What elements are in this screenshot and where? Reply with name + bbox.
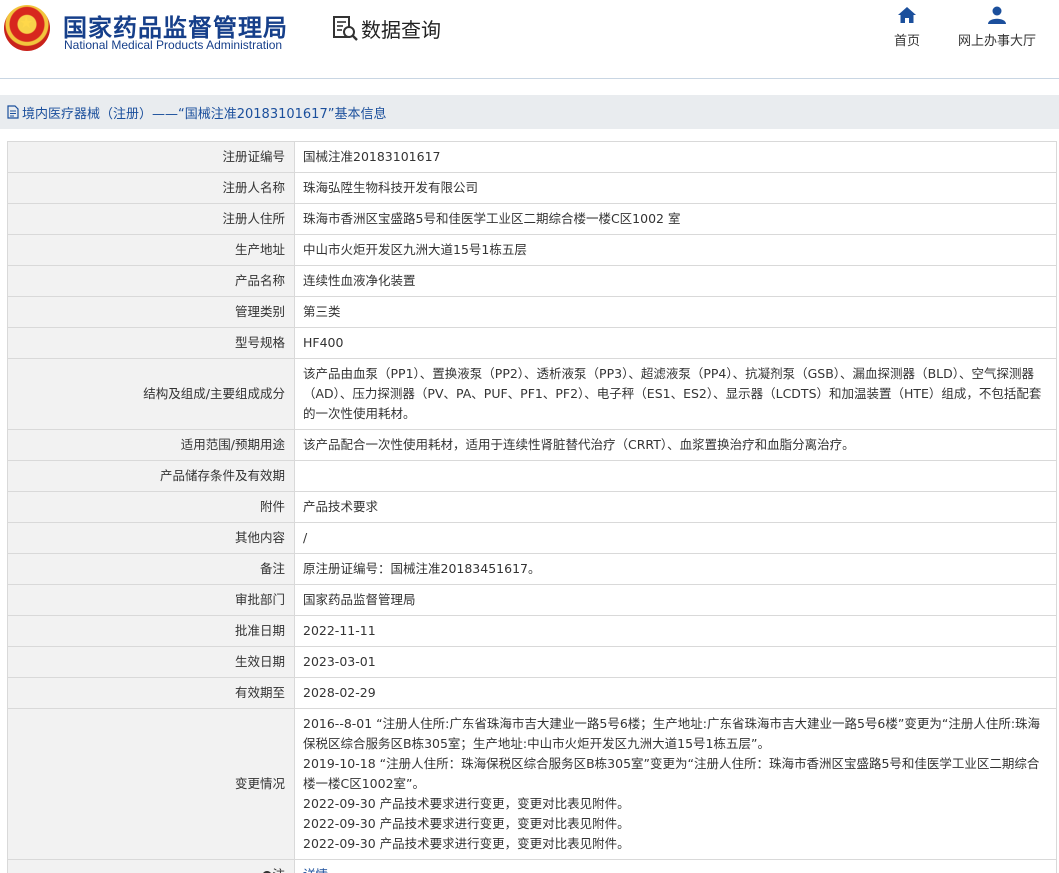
table-row: 适用范围/预期用途 该产品配合一次性使用耗材，适用于连续性肾脏替代治疗（CRRT）… xyxy=(7,429,1057,461)
table-row: 批准日期 2022-11-11 xyxy=(7,615,1057,647)
table-row: 注册证编号 国械注准20183101617 xyxy=(7,141,1057,173)
field-value: 原注册证编号：国械注准20183451617。 xyxy=(294,553,1057,585)
field-label: 注册证编号 xyxy=(7,141,295,173)
document-icon xyxy=(7,105,19,119)
org-name-en[interactable]: National Medical Products Administration xyxy=(64,38,282,52)
field-label: 产品名称 xyxy=(7,265,295,297)
field-label: 生产地址 xyxy=(7,234,295,266)
table-row: 管理类别 第三类 xyxy=(7,296,1057,328)
data-query-label: 数据查询 xyxy=(361,17,441,42)
field-value: 珠海市香洲区宝盛路5号和佳医学工业区二期综合楼一楼C区1002 室 xyxy=(294,203,1057,235)
page-title: 境内医疗器械（注册）——“国械注准20183101617”基本信息 xyxy=(22,106,387,122)
field-value: 中山市火炬开发区九洲大道15号1栋五层 xyxy=(294,234,1057,266)
nav-home-button[interactable]: 首页 xyxy=(884,6,930,49)
field-value: 珠海弘陞生物科技开发有限公司 xyxy=(294,172,1057,204)
table-row: 附件 产品技术要求 xyxy=(7,491,1057,523)
site-header: ★ 国家药品监督管理局 National Medical Products Ad… xyxy=(0,0,1059,79)
field-label: 生效日期 xyxy=(7,646,295,678)
field-value: 国家药品监督管理局 xyxy=(294,584,1057,616)
field-label: 适用范围/预期用途 xyxy=(7,429,295,461)
table-row: ●注 详情 xyxy=(7,859,1057,873)
change-entry: 2022-09-30 产品技术要求进行变更，变更对比表见附件。 xyxy=(303,796,630,811)
field-value: / xyxy=(294,522,1057,554)
user-icon xyxy=(988,6,1006,24)
field-label: 注册人住所 xyxy=(7,203,295,235)
table-row: 产品储存条件及有效期 xyxy=(7,460,1057,492)
field-label: 批准日期 xyxy=(7,615,295,647)
field-label: 结构及组成/主要组成成分 xyxy=(7,358,295,430)
table-row: 注册人住所 珠海市香洲区宝盛路5号和佳医学工业区二期综合楼一楼C区1002 室 xyxy=(7,203,1057,235)
field-label: 产品储存条件及有效期 xyxy=(7,460,295,492)
home-icon xyxy=(898,7,916,23)
field-label: 其他内容 xyxy=(7,522,295,554)
field-value: 国械注准20183101617 xyxy=(294,141,1057,173)
table-row: 有效期至 2028-02-29 xyxy=(7,677,1057,709)
detail-table-container[interactable]: 注册证编号 国械注准20183101617 注册人名称 珠海弘陞生物科技开发有限公司… xyxy=(7,141,1057,873)
field-value: 第三类 xyxy=(294,296,1057,328)
field-value: 2023-03-01 xyxy=(294,646,1057,678)
nav-online-hall-button[interactable]: 网上办事大厅 xyxy=(954,6,1040,49)
table-row: 注册人名称 珠海弘陞生物科技开发有限公司 xyxy=(7,172,1057,204)
field-value: 连续性血液净化装置 xyxy=(294,265,1057,297)
change-entry: 2022-09-30 产品技术要求进行变更，变更对比表见附件。 xyxy=(303,816,630,831)
field-label: 有效期至 xyxy=(7,677,295,709)
national-emblem-icon: ★ xyxy=(4,5,50,51)
field-label: 型号规格 xyxy=(7,327,295,359)
field-label: 变更情况 xyxy=(7,708,295,860)
change-history: 2016--8-01 “注册人住所:广东省珠海市吉大建业一路5号6楼；生产地址:… xyxy=(294,708,1057,860)
table-row: 审批部门 国家药品监督管理局 xyxy=(7,584,1057,616)
data-query-logo[interactable]: 数据查询 xyxy=(331,14,441,42)
table-row: 其他内容 / xyxy=(7,522,1057,554)
table-row-changes: 变更情况 2016--8-01 “注册人住所:广东省珠海市吉大建业一路5号6楼；… xyxy=(7,708,1057,860)
field-value xyxy=(294,460,1057,492)
field-value: 该产品由血泵（PP1）、置换液泵（PP2）、透析液泵（PP3）、超滤液泵（PP4… xyxy=(294,358,1057,430)
field-value: 该产品配合一次性使用耗材，适用于连续性肾脏替代治疗（CRRT）、血浆置换治疗和血… xyxy=(294,429,1057,461)
table-row: 型号规格 HF400 xyxy=(7,327,1057,359)
nav-online-hall-label: 网上办事大厅 xyxy=(957,34,1036,49)
field-value: 产品技术要求 xyxy=(294,491,1057,523)
field-label: 审批部门 xyxy=(7,584,295,616)
table-row: 生产地址 中山市火炬开发区九洲大道15号1栋五层 xyxy=(7,234,1057,266)
nav-home-label: 首页 xyxy=(893,34,920,49)
change-entry: 2016--8-01 “注册人住所:广东省珠海市吉大建业一路5号6楼；生产地址:… xyxy=(303,716,1041,751)
page-title-bar: 境内医疗器械（注册）——“国械注准20183101617”基本信息 xyxy=(0,95,1059,129)
table-row: 生效日期 2023-03-01 xyxy=(7,646,1057,678)
field-value: 详情 xyxy=(294,859,1057,873)
table-row: 产品名称 连续性血液净化装置 xyxy=(7,265,1057,297)
table-row: 结构及组成/主要组成成分 该产品由血泵（PP1）、置换液泵（PP2）、透析液泵（P… xyxy=(7,358,1057,430)
field-value: 2022-11-11 xyxy=(294,615,1057,647)
field-label: 附件 xyxy=(7,491,295,523)
details-link[interactable]: 详情 xyxy=(303,867,328,873)
table-row: 备注 原注册证编号：国械注准20183451617。 xyxy=(7,553,1057,585)
field-label: 管理类别 xyxy=(7,296,295,328)
field-label: 注册人名称 xyxy=(7,172,295,204)
data-query-icon xyxy=(333,16,358,41)
field-label: 备注 xyxy=(7,553,295,585)
field-value: 2028-02-29 xyxy=(294,677,1057,709)
registration-detail-table: 注册证编号 国械注准20183101617 注册人名称 珠海弘陞生物科技开发有限公司… xyxy=(7,141,1057,873)
change-entry: 2019-10-18 “注册人住所：珠海保税区综合服务区B栋305室”变更为“注… xyxy=(303,756,1040,791)
field-label: ●注 xyxy=(7,859,295,873)
field-value: HF400 xyxy=(294,327,1057,359)
change-entry: 2022-09-30 产品技术要求进行变更，变更对比表见附件。 xyxy=(303,836,630,851)
star-icon: ★ xyxy=(19,13,34,32)
